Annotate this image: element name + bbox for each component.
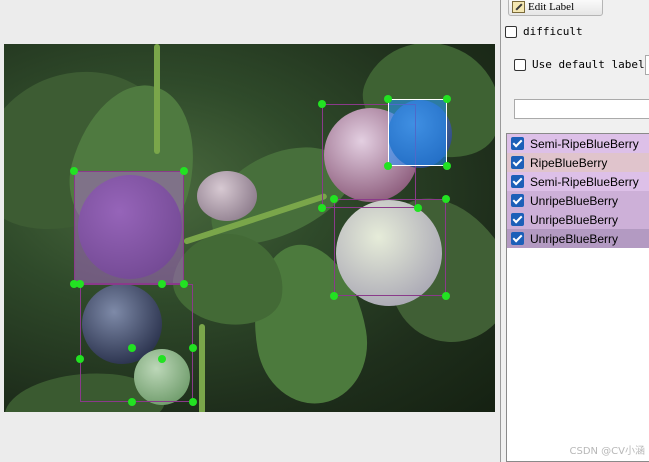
resize-handle[interactable]: [76, 355, 84, 363]
resize-handle[interactable]: [384, 95, 392, 103]
label-list-item[interactable]: Semi-RipeBlueBerry: [507, 134, 649, 153]
label-list-item[interactable]: Semi-RipeBlueBerry: [507, 172, 649, 191]
resize-handle[interactable]: [128, 398, 136, 406]
canvas-area[interactable]: [0, 0, 500, 462]
bbox-ripe-blueberry[interactable]: [74, 171, 184, 284]
resize-handle[interactable]: [189, 344, 197, 352]
resize-handle[interactable]: [158, 355, 166, 363]
resize-handle[interactable]: [318, 204, 326, 212]
resize-handle[interactable]: [443, 95, 451, 103]
watermark: CSDN @CV小涵: [569, 446, 645, 457]
checkbox-checked-icon[interactable]: [511, 137, 524, 150]
use-default-label-text: Use default label: [532, 58, 645, 71]
label-list-item-text: Semi-RipeBlueBerry: [530, 174, 639, 189]
difficult-checkbox[interactable]: [505, 25, 517, 38]
use-default-label-row[interactable]: Use default label: [514, 58, 645, 71]
label-list-item-text: Semi-RipeBlueBerry: [530, 136, 639, 151]
stem: [199, 324, 205, 412]
resize-handle[interactable]: [180, 280, 188, 288]
bbox-unripe-large[interactable]: [334, 199, 446, 296]
blueberry-photo[interactable]: [4, 44, 495, 412]
label-list-item-text: UnripeBlueBerry: [530, 212, 619, 227]
label-list-item[interactable]: UnripeBlueBerry: [507, 210, 649, 229]
pencil-icon: [512, 1, 525, 13]
checkbox-checked-icon[interactable]: [511, 156, 524, 169]
edit-label-button[interactable]: Edit Label: [508, 0, 603, 16]
resize-handle[interactable]: [70, 167, 78, 175]
edit-label-text: Edit Label: [528, 1, 575, 13]
resize-handle[interactable]: [384, 162, 392, 170]
checkbox-checked-icon[interactable]: [511, 175, 524, 188]
resize-handle[interactable]: [442, 195, 450, 203]
label-filter-input[interactable]: [514, 99, 649, 119]
resize-handle[interactable]: [414, 204, 422, 212]
resize-handle[interactable]: [180, 167, 188, 175]
stem: [154, 44, 160, 154]
resize-handle[interactable]: [318, 100, 326, 108]
label-list-item[interactable]: UnripeBlueBerry: [507, 191, 649, 210]
label-list-item-text: RipeBlueBerry: [530, 155, 608, 170]
resize-handle[interactable]: [76, 280, 84, 288]
checkbox-checked-icon[interactable]: [511, 232, 524, 245]
label-panel: Edit Label difficult Use default label S…: [500, 0, 649, 462]
resize-handle[interactable]: [128, 344, 136, 352]
difficult-label: difficult: [523, 25, 583, 38]
label-list-item-text: UnripeBlueBerry: [530, 193, 619, 208]
checkbox-checked-icon[interactable]: [511, 194, 524, 207]
bbox-selected[interactable]: [388, 99, 447, 166]
difficult-checkbox-row[interactable]: difficult: [505, 25, 583, 38]
checkbox-checked-icon[interactable]: [511, 213, 524, 226]
bbox-semi-ripe-left[interactable]: [80, 284, 193, 402]
resize-handle[interactable]: [158, 280, 166, 288]
resize-handle[interactable]: [189, 398, 197, 406]
resize-handle[interactable]: [443, 162, 451, 170]
label-list-item-text: UnripeBlueBerry: [530, 231, 619, 246]
label-list[interactable]: Semi-RipeBlueBerry RipeBlueBerry Semi-Ripe…: [506, 133, 649, 462]
berry-greenish: [197, 171, 257, 221]
label-list-item[interactable]: UnripeBlueBerry: [507, 229, 649, 248]
resize-handle[interactable]: [330, 292, 338, 300]
resize-handle[interactable]: [442, 292, 450, 300]
label-list-item[interactable]: RipeBlueBerry: [507, 153, 649, 172]
use-default-label-checkbox[interactable]: [514, 58, 526, 71]
resize-handle[interactable]: [330, 195, 338, 203]
default-label-combo[interactable]: [645, 55, 649, 75]
